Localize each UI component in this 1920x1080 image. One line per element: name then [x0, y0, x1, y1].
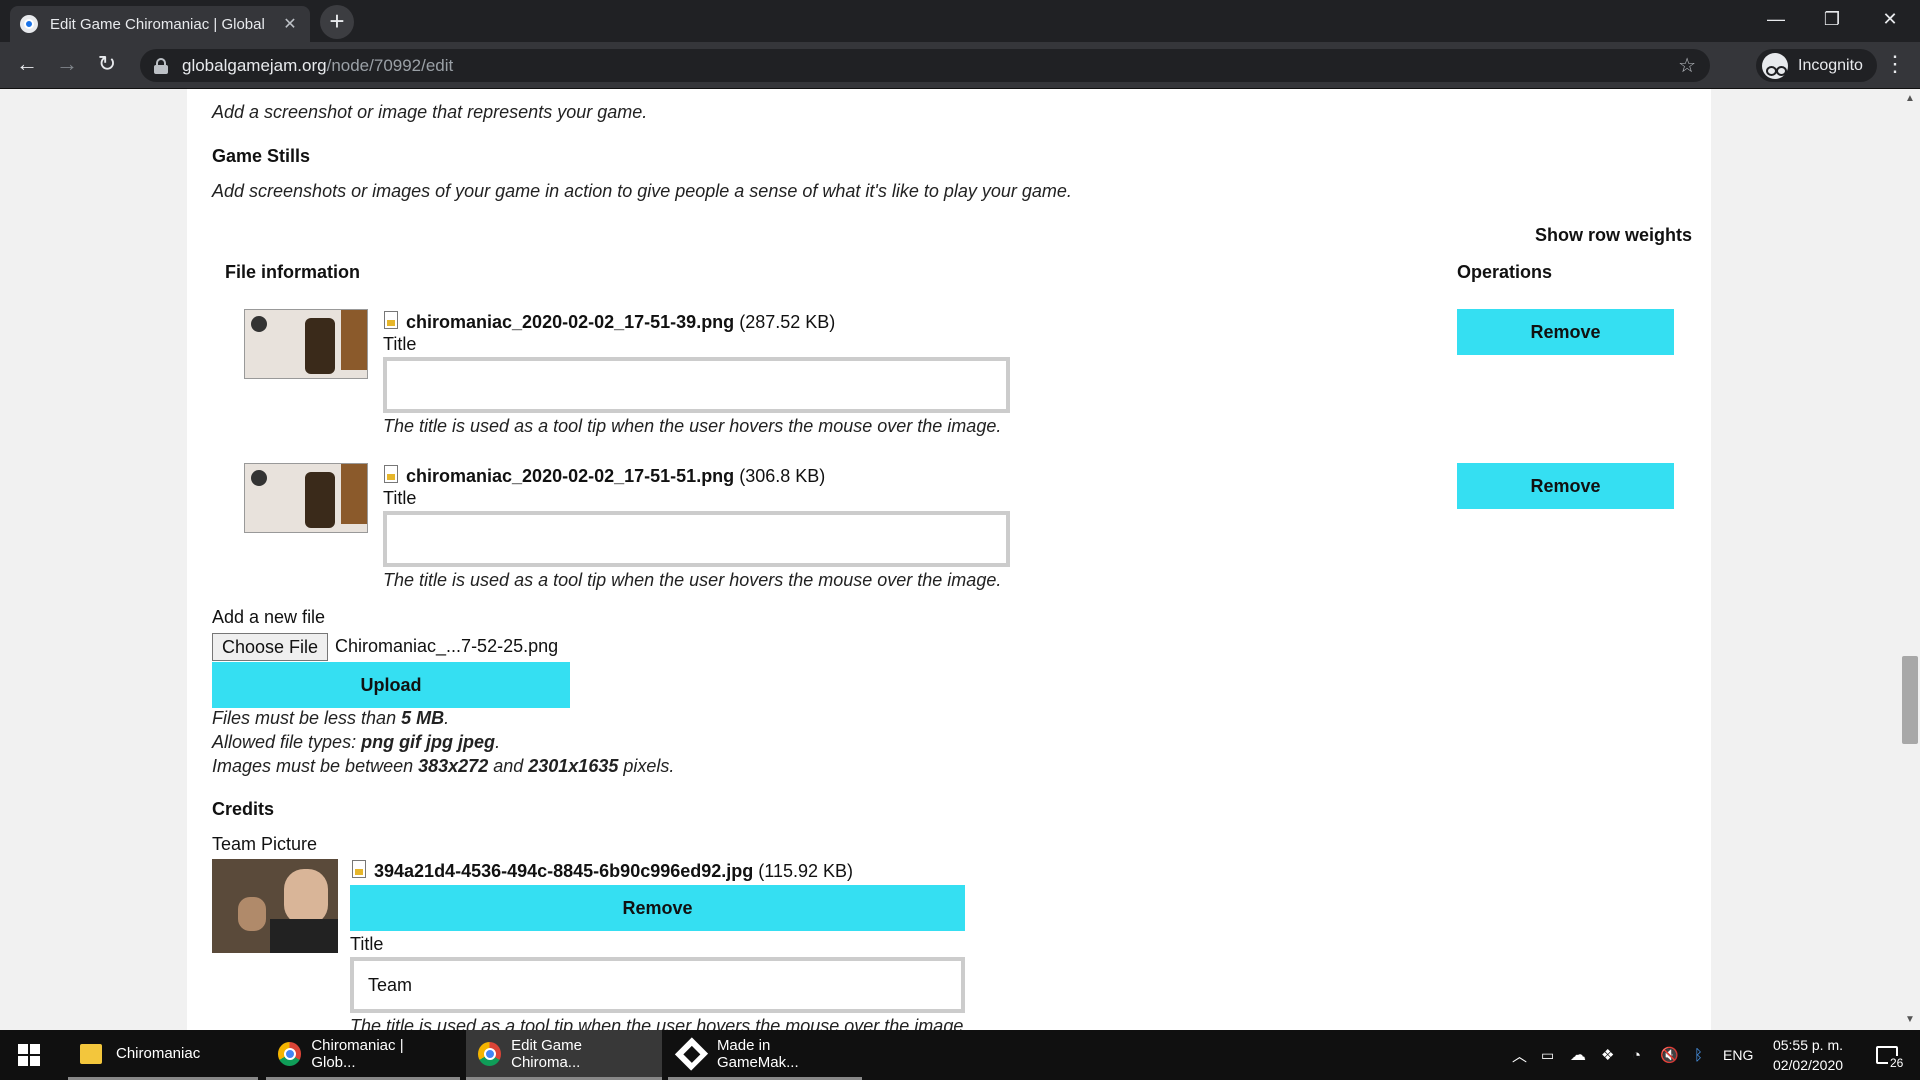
incognito-label: Incognito [1798, 56, 1863, 74]
reload-icon[interactable]: ↻ [90, 48, 124, 82]
windows-taskbar: Chiromaniac Chiromaniac | Glob... Edit G… [0, 1030, 1920, 1080]
title-label: Title [383, 334, 417, 354]
chosen-file-name: Chiromaniac_...7-52-25.png [335, 636, 559, 656]
remove-button-row-2[interactable]: Remove [1457, 463, 1674, 509]
browser-toolbar: ← → ↻ globalgamejam.org/node/70992/edit … [0, 42, 1920, 89]
url-path: /node/70992/edit [326, 55, 454, 75]
back-icon[interactable]: ← [10, 48, 44, 82]
file-size-limit: Files must be less than 5 MB. [212, 708, 450, 728]
browser-tab[interactable]: Edit Game Chiromaniac | Global ✕ [10, 6, 310, 42]
upload-button[interactable]: Upload [212, 662, 570, 708]
image-file-icon [352, 860, 366, 878]
incognito-icon [1762, 52, 1788, 79]
file-name-row-2: chiromaniac_2020-02-02_17-51-51.png (306… [406, 466, 825, 487]
team-picture-label: Team Picture [212, 834, 318, 854]
tab-title: Edit Game Chiromaniac | Global [50, 15, 265, 33]
folder-icon [80, 1043, 102, 1064]
taskbar-item-gamemaker[interactable]: Made in GameMak... [668, 1030, 862, 1080]
address-bar[interactable]: globalgamejam.org/node/70992/edit ☆ [140, 49, 1710, 82]
tab-close-icon[interactable]: ✕ [280, 14, 300, 34]
file-link[interactable]: chiromaniac_2020-02-02_17-51-51.png [406, 466, 734, 486]
file-size: (287.52 KB) [739, 312, 836, 332]
minimize-button[interactable]: — [1748, 0, 1804, 42]
title-help-text: The title is used as a tool tip when the… [350, 1016, 969, 1030]
file-information-header: File information [225, 262, 360, 282]
clock[interactable]: 05:55 p. m. 02/02/2020 [1768, 1030, 1848, 1080]
taskbar-item-chrome-2[interactable]: Edit Game Chiroma... [466, 1030, 662, 1080]
file-link[interactable]: 394a21d4-4536-494c-8845-6b90c996ed92.jpg [374, 861, 753, 881]
file-name-row-1: chiromaniac_2020-02-02_17-51-39.png (287… [406, 312, 835, 333]
url-domain: globalgamejam.org [182, 55, 327, 75]
page-viewport: Add a screenshot or image that represent… [0, 89, 1920, 1030]
image-help-text: Add a screenshot or image that represent… [212, 102, 648, 122]
show-row-weights-link[interactable]: Show row weights [1535, 225, 1692, 246]
language-indicator[interactable]: ENG [1723, 1030, 1753, 1080]
file-link[interactable]: chiromaniac_2020-02-02_17-51-39.png [406, 312, 734, 332]
image-file-icon [384, 311, 398, 329]
file-thumbnail [244, 463, 368, 533]
bluetooth-icon[interactable]: ᛒ [1694, 1030, 1703, 1080]
file-thumbnail [244, 309, 368, 379]
show-hidden-icons-chevron-icon[interactable]: ︿ [1512, 1030, 1527, 1080]
title-help-text: The title is used as a tool tip when the… [383, 416, 1002, 436]
team-title-input[interactable]: Team [350, 957, 965, 1013]
choose-file-button[interactable]: Choose File [212, 633, 329, 661]
title-label: Title [383, 488, 417, 508]
wifi-icon[interactable]: ◔ [1632, 1030, 1641, 1080]
remove-team-picture-button[interactable]: Remove [350, 885, 965, 931]
file-size: (115.92 KB) [758, 861, 854, 881]
start-button-windows-icon[interactable] [18, 1044, 40, 1066]
taskbar-item-chrome-1[interactable]: Chiromaniac | Glob... [266, 1030, 460, 1080]
scrollbar-thumb[interactable] [1902, 656, 1918, 744]
close-window-button[interactable]: ✕ [1862, 0, 1918, 42]
file-size: (306.8 KB) [739, 466, 826, 486]
chrome-menu-icon[interactable]: ⋮ [1880, 48, 1910, 82]
title-input-row-1[interactable] [383, 357, 1010, 413]
image-file-icon [384, 465, 398, 483]
chrome-icon [478, 1041, 502, 1066]
scroll-up-arrow-icon[interactable]: ▲ [1904, 93, 1916, 104]
page-scrollbar[interactable] [1900, 89, 1920, 1030]
remove-button-row-1[interactable]: Remove [1457, 309, 1674, 355]
gamemaker-icon [674, 1036, 709, 1071]
speaker-muted-icon[interactable]: 🔇 [1660, 1030, 1679, 1080]
new-tab-button[interactable]: + [320, 5, 354, 39]
team-picture-file: 394a21d4-4536-494c-8845-6b90c996ed92.jpg… [374, 861, 853, 882]
add-new-file-label: Add a new file [212, 607, 326, 627]
game-stills-help: Add screenshots or images of your game i… [212, 181, 1072, 201]
operations-header: Operations [1457, 262, 1553, 282]
clock-time: 05:55 p. m. [1772, 1037, 1844, 1053]
clock-date: 02/02/2020 [1772, 1057, 1844, 1073]
browser-tab-strip: Edit Game Chiromaniac | Global ✕ + — ❐ ✕ [0, 0, 1920, 42]
site-favicon-icon [20, 15, 38, 33]
notification-center-icon[interactable]: 26 [1868, 1030, 1906, 1080]
restore-button[interactable]: ❐ [1804, 0, 1860, 42]
image-dimensions: Images must be between 383x272 and 2301x… [212, 756, 675, 776]
dropbox-icon[interactable]: ❖ [1601, 1030, 1614, 1080]
title-input-row-2[interactable] [383, 511, 1010, 567]
scroll-down-arrow-icon[interactable]: ▼ [1904, 1014, 1916, 1025]
bookmark-star-icon[interactable]: ☆ [1678, 53, 1696, 78]
taskbar-item-explorer[interactable]: Chiromaniac [68, 1030, 258, 1080]
title-label: Title [350, 934, 384, 954]
main-content: Add a screenshot or image that represent… [187, 89, 1711, 1030]
notification-count-badge: 26 [1888, 1056, 1906, 1070]
cloud-icon[interactable]: ☁ [1570, 1030, 1586, 1080]
game-stills-heading: Game Stills [212, 146, 311, 166]
incognito-badge[interactable]: Incognito [1756, 49, 1877, 82]
battery-icon[interactable]: ▭ [1541, 1030, 1554, 1080]
team-picture-thumbnail [212, 859, 338, 953]
credits-heading: Credits [212, 799, 275, 819]
allowed-file-types: Allowed file types: png gif jpg jpeg. [212, 732, 501, 752]
lock-icon[interactable] [154, 57, 168, 74]
title-help-text: The title is used as a tool tip when the… [383, 570, 1002, 590]
chrome-icon [278, 1041, 302, 1066]
forward-icon[interactable]: → [50, 48, 84, 82]
